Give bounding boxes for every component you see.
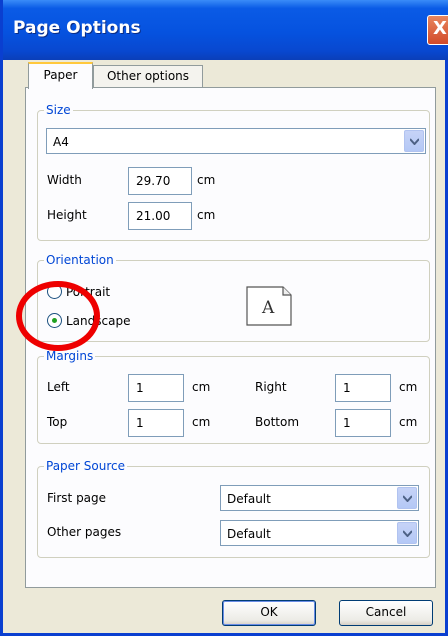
- left-margin-unit: cm: [192, 380, 211, 394]
- other-pages-value: Default: [227, 527, 271, 541]
- top-margin-input[interactable]: 1: [128, 409, 184, 437]
- other-pages-select[interactable]: Default: [220, 520, 419, 546]
- cancel-button[interactable]: Cancel: [339, 600, 433, 626]
- cancel-button-label: Cancel: [365, 605, 407, 619]
- width-input[interactable]: 29.70: [128, 167, 192, 195]
- right-margin-input[interactable]: 1: [335, 374, 391, 402]
- tab-paper-label: Paper: [43, 68, 78, 82]
- orientation-legend: Orientation: [44, 252, 116, 268]
- chevron-down-icon[interactable]: [404, 130, 424, 152]
- other-pages-label: Other pages: [47, 525, 122, 539]
- first-page-select[interactable]: Default: [220, 485, 419, 511]
- top-margin-label: Top: [47, 415, 68, 429]
- left-margin-input[interactable]: 1: [128, 374, 184, 402]
- size-legend: Size: [44, 102, 73, 118]
- right-margin-label: Right: [255, 380, 287, 394]
- height-input[interactable]: 21.00: [128, 202, 192, 230]
- title-bar[interactable]: Page Options X: [3, 0, 448, 60]
- bottom-margin-unit: cm: [399, 415, 418, 429]
- chevron-down-icon[interactable]: [397, 487, 417, 509]
- tab-other-options-label: Other options: [106, 69, 190, 83]
- chevron-down-icon[interactable]: [397, 522, 417, 544]
- window-title: Page Options: [13, 18, 141, 38]
- height-unit: cm: [197, 208, 216, 222]
- close-button[interactable]: X: [427, 15, 448, 45]
- top-margin-unit: cm: [192, 415, 211, 429]
- bottom-margin-label: Bottom: [255, 415, 300, 429]
- first-page-label: First page: [47, 491, 107, 505]
- paper-source-legend: Paper Source: [44, 458, 128, 474]
- height-label: Height: [47, 208, 87, 222]
- bottom-margin-input[interactable]: 1: [335, 409, 391, 437]
- tab-paper[interactable]: Paper: [28, 62, 93, 89]
- right-margin-unit: cm: [399, 380, 418, 394]
- ok-button-label: OK: [260, 605, 278, 619]
- paper-size-select[interactable]: A4: [46, 128, 426, 154]
- landscape-page-icon: A: [246, 286, 292, 326]
- highlight-annotation: [16, 281, 100, 351]
- paper-size-value: A4: [53, 135, 69, 149]
- ok-button[interactable]: OK: [222, 600, 316, 626]
- first-page-value: Default: [227, 492, 271, 506]
- tab-other-options[interactable]: Other options: [93, 65, 203, 88]
- width-label: Width: [47, 173, 82, 187]
- left-margin-label: Left: [47, 380, 70, 394]
- close-icon: X: [433, 18, 447, 39]
- width-unit: cm: [197, 173, 216, 187]
- page-icon-glyph: A: [261, 298, 275, 318]
